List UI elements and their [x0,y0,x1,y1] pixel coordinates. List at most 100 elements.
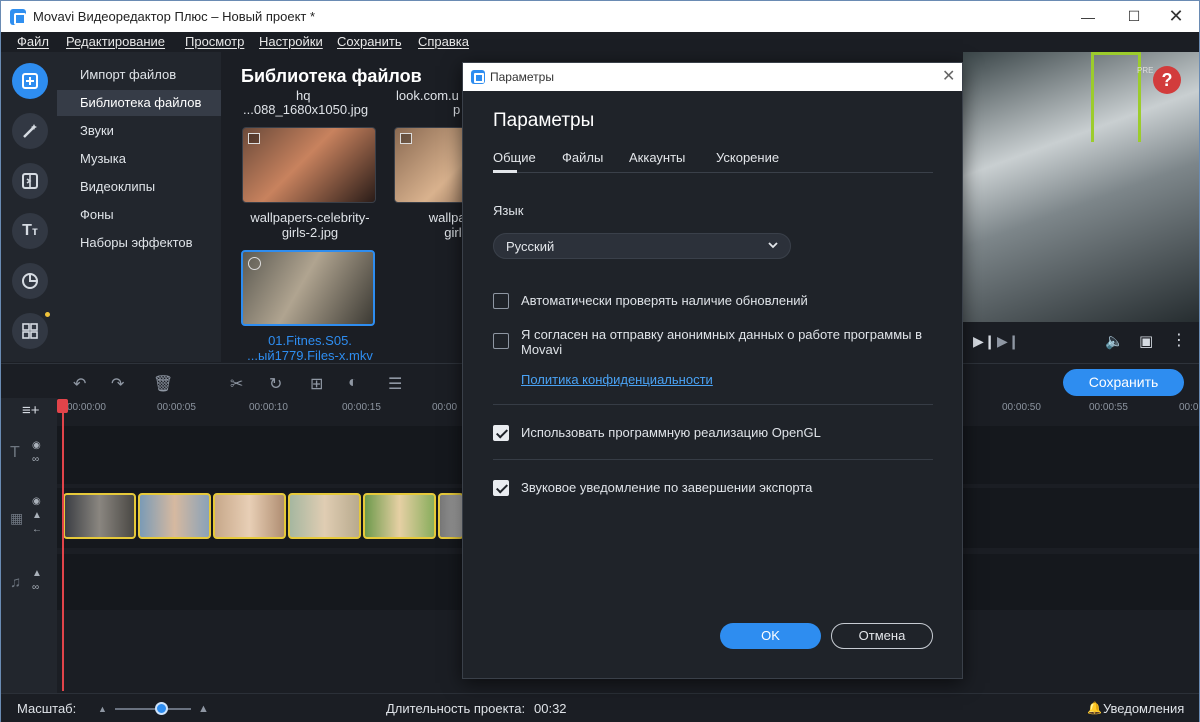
text-track-icon: T [10,444,20,461]
anonymous-data-label: Я согласен на отправку анонимных данных … [521,327,923,357]
check-updates-label: Автоматически проверять наличие обновлен… [521,293,808,308]
eye-icon[interactable]: ◉ [32,496,41,507]
menu-settings[interactable]: Настройки [259,34,323,49]
titles-tool-button[interactable]: Tт [12,213,48,249]
ruler-tick: 00:0 [1179,402,1199,413]
video-preview: PRE ? [963,52,1199,322]
preview-frame-detail [1091,52,1141,142]
redo-icon[interactable]: ↷ [111,374,124,394]
tab-general[interactable]: Общие [493,150,536,165]
cut-icon[interactable]: ✂ [230,374,243,394]
bell-icon[interactable]: 🔔 [1087,701,1102,715]
crop-icon[interactable]: ⊞ [310,374,323,394]
library-caption-top: ...088_1680x1050.jpg [243,102,369,117]
transition-icon [22,173,38,189]
next-frame-icon[interactable]: ▶❙ [997,333,1020,350]
dialog-close-button[interactable]: ✕ [942,66,955,86]
timeline-clip[interactable] [363,493,436,539]
maximize-button[interactable]: ☐ [1111,1,1157,32]
undo-icon[interactable]: ↶ [73,374,86,394]
language-select[interactable]: Русский [493,233,791,259]
music-track-icon: ♫ [10,574,22,591]
add-track-icon[interactable]: ≡+ [22,402,40,419]
timeline-clip[interactable] [138,493,211,539]
help-button[interactable]: ? [1153,66,1181,94]
check-updates-checkbox[interactable] [493,293,509,309]
link-icon[interactable]: ∞ [32,582,39,593]
category-videoclips[interactable]: Видеоклипы [57,174,221,200]
window-title: Movavi Видеоредактор Плюс – Новый проект… [33,9,316,24]
menu-edit[interactable]: Редактирование [66,34,165,49]
import-tool-button[interactable] [12,63,48,99]
play-icon[interactable]: ▶❙ [973,333,996,350]
link-icon[interactable]: ∞ [32,454,39,465]
tab-files[interactable]: Файлы [562,150,603,165]
zoom-slider-handle[interactable] [155,702,168,715]
volume-icon[interactable]: 🔈 [1105,332,1124,350]
rotate-icon[interactable]: ↻ [269,374,282,394]
grid-icon [22,323,38,339]
privacy-policy-link[interactable]: Политика конфиденциальности [521,372,713,387]
zoom-slider-track[interactable] [115,708,191,710]
save-button[interactable]: Сохранить [1063,369,1184,396]
sound-notification-label: Звуковое уведомление по завершении экспо… [521,480,813,495]
transitions-tool-button[interactable] [12,163,48,199]
active-tab-indicator [493,170,517,173]
stickers-tool-button[interactable] [12,263,48,299]
eye-icon[interactable]: ◉ [32,440,41,451]
image-type-icon [248,133,260,144]
menu-file[interactable]: Файл [17,34,49,49]
category-music[interactable]: Музыка [57,146,221,172]
notifications-link[interactable]: Уведомления [1103,701,1184,716]
category-panel: Импорт файлов Библиотека файлов Звуки Му… [57,52,221,362]
dialog-heading: Параметры [493,110,595,131]
category-library[interactable]: Библиотека файлов [57,90,221,116]
tab-acceleration[interactable]: Ускорение [716,150,779,165]
zoom-out-icon[interactable]: ▲ [98,704,107,714]
cancel-button[interactable]: Отмена [831,623,933,649]
category-import[interactable]: Импорт файлов [57,62,221,88]
library-thumbnail[interactable] [242,127,376,203]
zoom-in-icon[interactable]: ▲ [198,703,209,715]
speaker-icon[interactable]: ▲ [32,568,42,579]
menu-help[interactable]: Справка [418,34,469,49]
menu-save[interactable]: Сохранить [337,34,402,49]
category-sounds[interactable]: Звуки [57,118,221,144]
category-effect-sets[interactable]: Наборы эффектов [57,230,221,256]
sound-notification-checkbox[interactable] [493,480,509,496]
effects-tool-button[interactable] [12,113,48,149]
more-icon[interactable]: ⋮ [1171,330,1187,350]
library-thumbnail-selected[interactable] [241,250,375,326]
timeline-clip[interactable] [438,493,464,539]
anonymous-data-checkbox[interactable] [493,333,509,349]
library-caption-top: p [453,102,461,117]
tab-accounts[interactable]: Аккаунты [629,150,685,165]
category-backgrounds[interactable]: Фоны [57,202,221,228]
language-value: Русский [506,239,555,254]
ok-button[interactable]: OK [720,623,821,649]
ruler-tick: 00:00:15 [342,402,381,413]
more-tools-button[interactable] [12,313,48,349]
speaker-icon[interactable]: ▲ [32,510,42,521]
snapshot-icon[interactable]: ▣ [1139,332,1153,350]
close-button[interactable]: ✕ [1153,1,1199,32]
color-adjust-icon[interactable]: ◐ [348,374,358,392]
delete-icon[interactable]: 🗑 [153,374,173,394]
library-caption-top: look.com.u [396,88,459,103]
timeline-clip[interactable] [63,493,136,539]
duration-value: 00:32 [534,701,567,716]
timeline-clip[interactable] [213,493,286,539]
tab-divider [493,172,933,173]
menu-view[interactable]: Просмотр [185,34,244,49]
properties-icon[interactable]: ☰ [388,374,402,394]
dialog-title-bar: Параметры ✕ [463,63,962,91]
arrow-left-icon[interactable]: ← [32,524,42,535]
playhead[interactable] [62,401,64,691]
minimize-button[interactable]: — [1065,1,1111,32]
movavi-app-icon [10,9,26,25]
tools-rail: Tт [1,52,57,362]
opengl-checkbox[interactable] [493,425,509,441]
library-title: Библиотека файлов [241,66,422,86]
video-type-icon [248,257,261,270]
timeline-clip[interactable] [288,493,361,539]
